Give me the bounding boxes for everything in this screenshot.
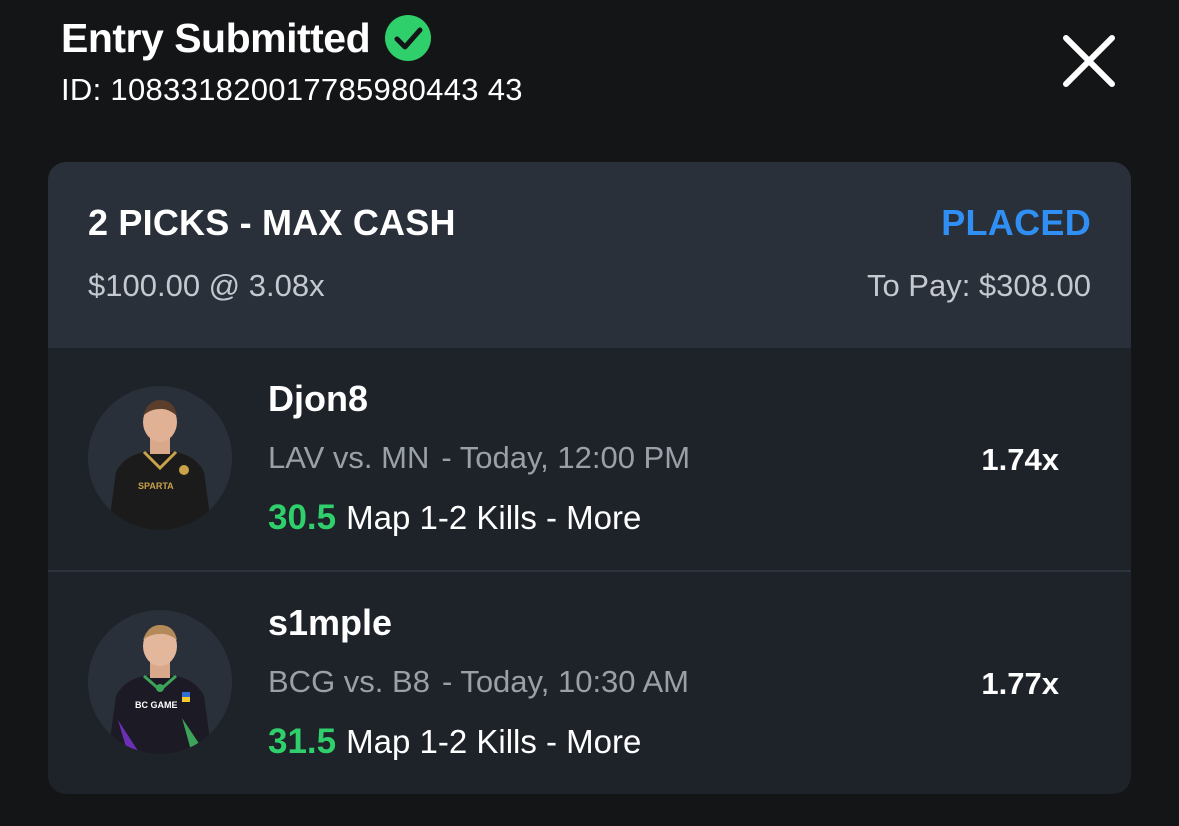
match-info: LAV vs. MN - Today, 12:00 PM — [268, 440, 690, 476]
pick-line: 30.5 Map 1-2 Kills - More — [268, 498, 641, 538]
line-description: Map 1-2 Kills - More — [346, 499, 642, 536]
page-title: Entry Submitted — [61, 14, 371, 61]
close-icon — [1063, 35, 1115, 87]
entry-submitted-header: Entry Submitted — [61, 13, 432, 63]
check-circle-icon — [384, 14, 432, 62]
match-info: BCG vs. B8 - Today, 10:30 AM — [268, 664, 689, 700]
line-value: 30.5 — [268, 498, 337, 537]
entry-card-header: 2 PICKS - MAX CASH PLACED $100.00 @ 3.08… — [48, 162, 1131, 348]
pick-line: 31.5 Map 1-2 Kills - More — [268, 722, 641, 762]
player-name: Djon8 — [268, 378, 369, 419]
match-time: - Today, 12:00 PM — [441, 440, 691, 475]
status-badge: PLACED — [941, 202, 1091, 243]
match-time: - Today, 10:30 AM — [441, 664, 689, 699]
entry-id: ID: 108331820017785980443 43 — [61, 72, 523, 107]
pick-multiplier: 1.74x — [981, 442, 1059, 477]
pick-row[interactable]: BC GAME s1mple BCG vs. B8 - Today, 10:30 … — [48, 572, 1131, 794]
svg-text:BC GAME: BC GAME — [135, 700, 178, 710]
close-button[interactable] — [1058, 30, 1120, 92]
stake-amount: $100.00 @ 3.08x — [88, 268, 325, 303]
match-teams: BCG vs. B8 — [268, 664, 430, 699]
line-value: 31.5 — [268, 722, 337, 761]
pick-row[interactable]: SPARTA Djon8 LAV vs. MN - Today, 12:00 PM… — [48, 348, 1131, 570]
match-teams: LAV vs. MN — [268, 440, 430, 475]
pick-multiplier: 1.77x — [981, 666, 1059, 701]
svg-text:SPARTA: SPARTA — [138, 481, 174, 491]
player-avatar: BC GAME — [88, 610, 232, 754]
to-pay-amount: To Pay: $308.00 — [866, 268, 1091, 303]
entry-card[interactable]: 2 PICKS - MAX CASH PLACED $100.00 @ 3.08… — [48, 162, 1131, 794]
player-name: s1mple — [268, 602, 393, 643]
line-description: Map 1-2 Kills - More — [346, 723, 642, 760]
entry-type-label: 2 PICKS - MAX CASH — [88, 202, 456, 243]
player-avatar: SPARTA — [88, 386, 232, 530]
